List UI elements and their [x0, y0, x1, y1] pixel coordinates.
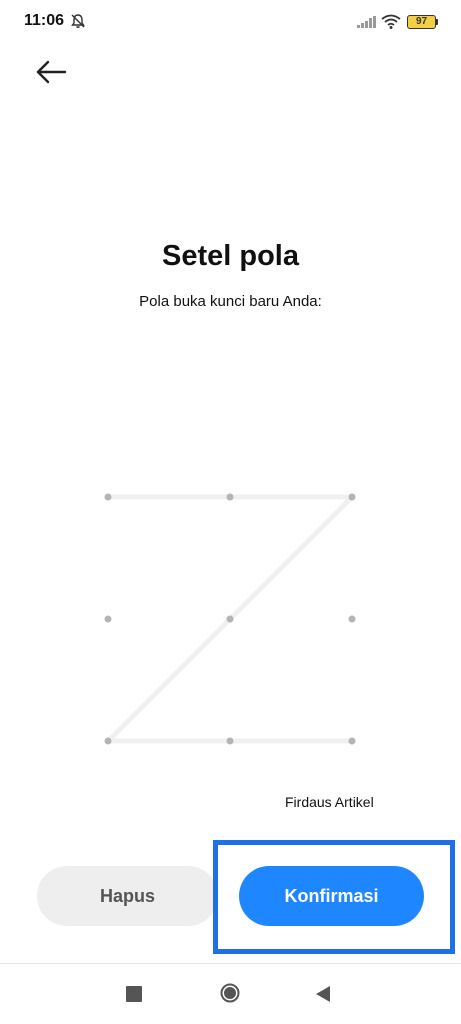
signal-icon: [357, 16, 376, 28]
pattern-dot-8[interactable]: [226, 737, 234, 745]
wifi-icon: [381, 14, 401, 29]
battery-level: 97: [415, 16, 428, 27]
mute-bell-icon: [71, 14, 85, 28]
pattern-dot-7[interactable]: [104, 737, 112, 745]
status-bar: 11:06 97: [0, 0, 461, 44]
pattern-dot-2[interactable]: [226, 493, 234, 501]
pattern-dot-9[interactable]: [348, 737, 356, 745]
battery-tip: [436, 19, 438, 25]
home-circle-icon[interactable]: [220, 983, 240, 1003]
pattern-dot-3[interactable]: [348, 493, 356, 501]
clear-button[interactable]: Hapus: [37, 866, 218, 926]
pattern-dot-5[interactable]: [226, 615, 234, 623]
page-title: Setel pola: [162, 240, 299, 272]
page-subtitle: Pola buka kunci baru Anda:: [139, 293, 322, 310]
highlight-box: [213, 840, 455, 954]
pattern-line-segment: [227, 494, 355, 622]
back-arrow-icon[interactable]: [32, 58, 72, 86]
pattern-dot-1[interactable]: [104, 493, 112, 501]
pattern-grid[interactable]: [88, 477, 372, 761]
back-triangle-icon[interactable]: [315, 985, 331, 1003]
pattern-line-segment: [105, 616, 233, 744]
recents-square-icon[interactable]: [126, 986, 142, 1002]
status-time: 11:06: [24, 12, 65, 29]
pattern-dot-6[interactable]: [348, 615, 356, 623]
watermark-text: Firdaus Artikel: [285, 794, 374, 810]
pattern-dot-4[interactable]: [104, 615, 112, 623]
